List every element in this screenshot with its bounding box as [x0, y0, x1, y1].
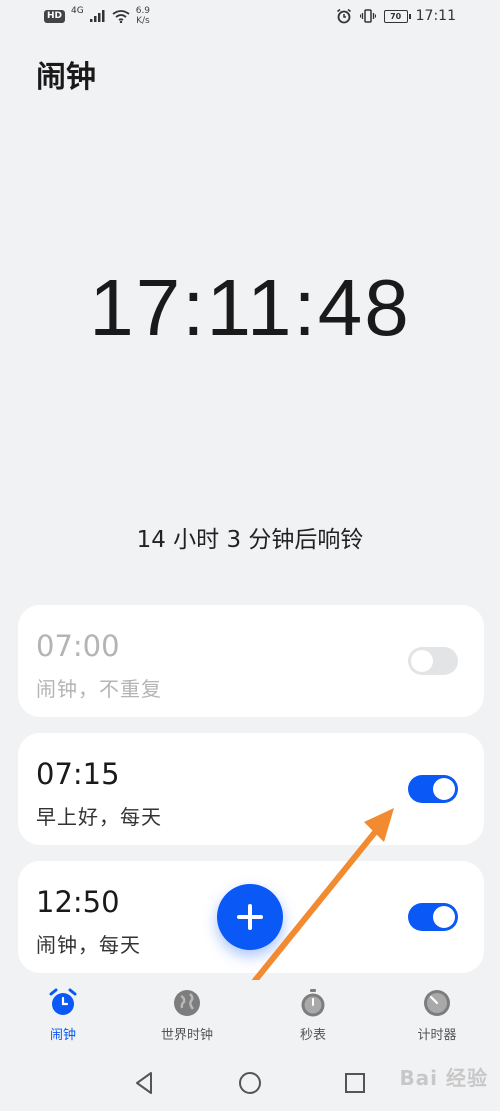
status-bar-left: HD 4G 6.9 K/s	[44, 6, 150, 26]
recents-icon[interactable]	[341, 1069, 369, 1097]
nav-label: 世界时钟	[160, 1028, 213, 1043]
network-speed-value: 6.9	[135, 6, 151, 16]
status-bar-right: 70 17:11	[336, 8, 456, 24]
alarm-clock-icon	[49, 988, 77, 1015]
alarm-label: 闹钟，不重复	[36, 677, 162, 701]
battery-indicator: 70	[383, 9, 411, 23]
timer-icon	[424, 990, 450, 1016]
wifi-icon	[112, 9, 130, 23]
alarm-time: 12:50	[36, 885, 120, 919]
stopwatch-icon	[301, 989, 325, 1017]
hd-badge: HD	[44, 9, 66, 23]
current-time-display: 17:11:48	[89, 263, 411, 352]
network-type: 4G	[71, 6, 84, 16]
nav-label: 闹钟	[49, 1028, 76, 1043]
home-icon[interactable]	[236, 1069, 264, 1097]
toggle-knob	[433, 906, 455, 928]
toggle-knob	[411, 650, 433, 672]
nav-label: 计时器	[417, 1028, 457, 1043]
alarm-status-icon	[336, 8, 351, 24]
next-ring-countdown: 14 小时 3 分钟后响铃	[136, 527, 364, 553]
alarm-card-0700[interactable]: 07:00 闹钟，不重复	[18, 605, 484, 717]
nav-alarm[interactable]: 闹钟	[8, 988, 118, 1043]
add-alarm-button[interactable]	[217, 884, 283, 950]
network-speed: 6.9 K/s	[136, 6, 150, 26]
status-bar: HD 4G 6.9 K/s 70 17:11	[0, 0, 500, 36]
alarm-label: 早上好，每天	[36, 805, 162, 829]
nav-stopwatch[interactable]: 秒表	[258, 988, 368, 1043]
status-time: 17:11	[415, 8, 456, 24]
page-title: 闹钟	[36, 60, 96, 95]
globe-icon	[174, 990, 200, 1016]
nav-world-clock[interactable]: 世界时钟	[132, 988, 242, 1043]
toggle-knob	[433, 778, 455, 800]
signal-icon	[89, 10, 105, 22]
watermark: Bai 经验	[399, 1066, 488, 1090]
alarm-card-0715[interactable]: 07:15 早上好，每天	[18, 733, 484, 845]
back-icon[interactable]	[131, 1069, 159, 1097]
alarm-toggle-0715[interactable]	[408, 775, 458, 803]
nav-timer[interactable]: 计时器	[382, 988, 492, 1043]
alarm-time: 07:15	[36, 757, 120, 791]
bottom-nav: 闹钟 世界时钟 秒表 计时器	[0, 980, 500, 1050]
alarm-label: 闹钟，每天	[36, 933, 141, 957]
network-speed-unit: K/s	[136, 16, 150, 26]
alarm-toggle-0700[interactable]	[408, 647, 458, 675]
vibrate-icon	[359, 9, 376, 23]
alarm-time: 07:00	[36, 629, 120, 663]
nav-label: 秒表	[299, 1028, 326, 1043]
alarm-toggle-1250[interactable]	[408, 903, 458, 931]
